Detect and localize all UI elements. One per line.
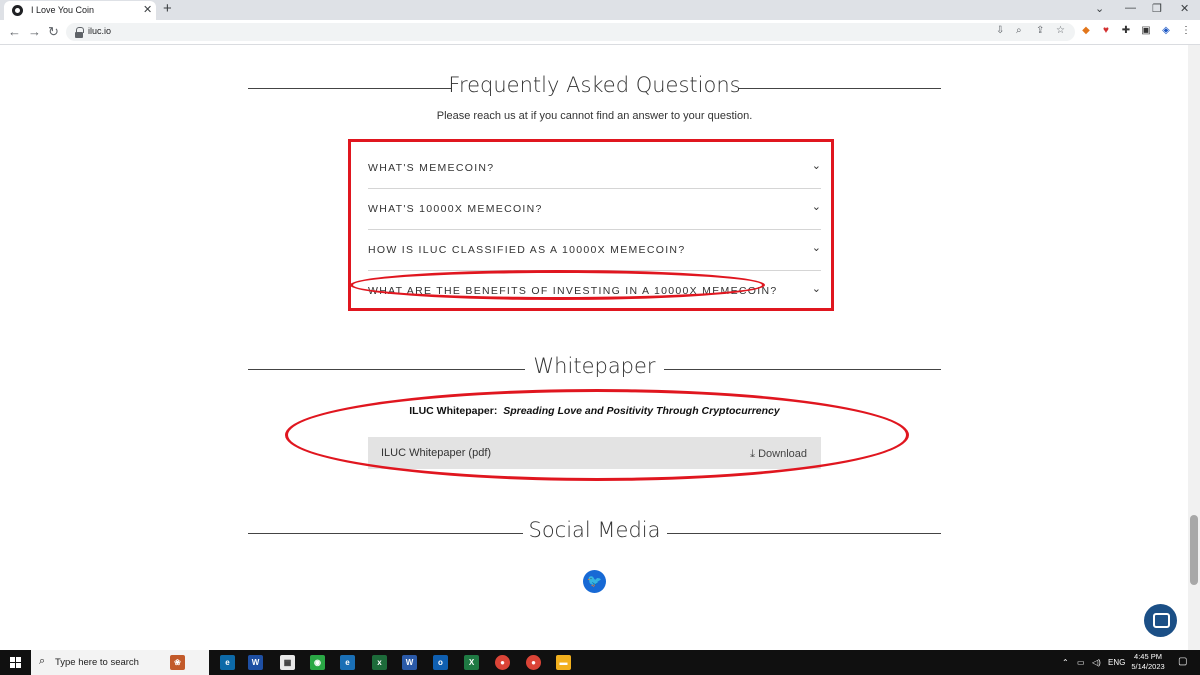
close-window-icon[interactable]: ✕ [1180,2,1189,15]
forward-icon[interactable]: → [28,24,41,39]
network-icon[interactable]: ▭ [1077,658,1085,667]
page-content: Frequently Asked Questions Please reach … [0,45,1188,650]
language-indicator[interactable]: ENG [1108,658,1125,667]
excel-sheet-taskbar-icon[interactable]: X [464,655,479,670]
menu-kebab-icon[interactable]: ⋮ [1180,25,1192,37]
social-section-heading: Social Media [248,518,941,548]
whitepaper-section-heading: Whitepaper [248,354,941,384]
social-title: Social Media [528,518,661,542]
reload-icon[interactable]: ↻ [48,24,59,40]
scrollbar-thumb[interactable] [1190,515,1198,585]
side-panel-icon[interactable]: ▣ [1140,25,1152,37]
volume-icon[interactable]: ◁) [1092,658,1101,667]
search-highlight-icon[interactable]: ❀ [170,655,185,670]
notification-icon[interactable]: ▢ [1178,656,1187,667]
twitter-icon[interactable]: 🐦 [583,570,606,593]
chrome-profile-taskbar-icon[interactable]: ● [526,655,541,670]
edge-taskbar-icon[interactable]: e [220,655,235,670]
heart-extension-icon[interactable]: ♥ [1100,25,1112,37]
lock-icon[interactable] [75,27,84,38]
restore-icon[interactable]: ❐ [1152,2,1162,15]
share-icon[interactable]: ⇪ [1036,25,1044,36]
url-text[interactable]: iluc.io [88,26,111,36]
taskbar-search-placeholder: Type here to search [55,657,139,668]
red-highlight-ellipse [285,389,909,481]
site-favicon-icon [12,5,23,16]
word-doc-taskbar-icon[interactable]: W [402,655,417,670]
profile-avatar-icon[interactable]: ◈ [1160,25,1172,37]
windows-taskbar: ⌕ Type here to search ❀ e W ▦ ◉ e x W o … [0,650,1200,675]
page-scrollbar[interactable] [1188,45,1200,650]
tab-search-icon[interactable]: ⌄ [1095,2,1104,15]
word-taskbar-icon[interactable]: W [248,655,263,670]
excel-taskbar-icon[interactable]: x [372,655,387,670]
chat-bubble-icon[interactable] [1144,604,1177,637]
minimize-icon[interactable]: — [1125,2,1136,14]
whitepaper-title: Whitepaper [533,354,656,378]
bookmark-star-icon[interactable]: ☆ [1056,25,1065,36]
address-bar[interactable]: iluc.io ⇩ ⌕ ⇪ ☆ [66,23,1075,41]
faq-title: Frequently Asked Questions [448,73,741,97]
install-app-icon[interactable]: ⇩ [996,25,1004,36]
tab-title: I Love You Coin [31,5,95,15]
internet-explorer-taskbar-icon[interactable]: e [340,655,355,670]
faq-section-heading: Frequently Asked Questions [248,73,941,103]
search-icon: ⌕ [39,655,46,667]
red-highlight-ellipse [350,270,765,300]
browser-toolbar: ← → ↻ iluc.io ⇩ ⌕ ⇪ ☆ ◆ ♥ ✚ ▣ ◈ ⋮ [0,20,1200,45]
extensions-puzzle-icon[interactable]: ✚ [1120,25,1132,37]
wechat-taskbar-icon[interactable]: ◉ [310,655,325,670]
browser-tab[interactable]: I Love You Coin ✕ [4,1,156,20]
taskbar-clock[interactable]: 4:45 PM 5/14/2023 [1128,652,1168,672]
clock-date: 5/14/2023 [1131,662,1165,671]
tray-chevron-icon[interactable]: ⌃ [1062,658,1069,667]
back-icon[interactable]: ← [8,24,21,39]
clock-time: 4:45 PM [1134,652,1162,661]
metamask-extension-icon[interactable]: ◆ [1080,25,1092,37]
file-explorer-taskbar-icon[interactable]: ▬ [556,655,571,670]
outlook-taskbar-icon[interactable]: o [433,655,448,670]
windows-start-icon[interactable] [10,657,21,668]
new-tab-button[interactable]: + [163,0,172,17]
zoom-icon[interactable]: ⌕ [1016,25,1022,36]
faq-subtitle: Please reach us at if you cannot find an… [436,110,753,122]
chrome-taskbar-icon[interactable]: ● [495,655,510,670]
tab-close-icon[interactable]: ✕ [143,3,152,16]
tab-strip: I Love You Coin ✕ + ⌄ — ❐ ✕ [0,0,1200,20]
store-taskbar-icon[interactable]: ▦ [280,655,295,670]
